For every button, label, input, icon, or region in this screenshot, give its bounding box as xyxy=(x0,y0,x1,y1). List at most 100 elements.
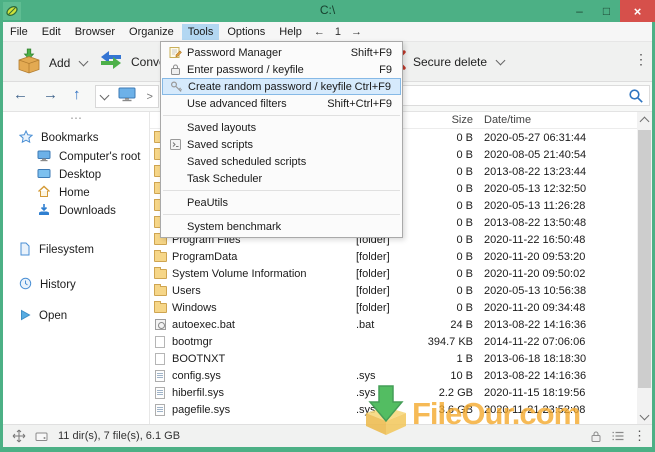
download-icon xyxy=(37,203,51,219)
file-size: 0 B xyxy=(416,234,473,246)
menu-separator xyxy=(163,190,400,191)
menu-edit[interactable]: Edit xyxy=(36,24,67,40)
up-button[interactable]: ↑ xyxy=(73,86,81,103)
vertical-scrollbar[interactable] xyxy=(637,112,652,425)
file-name: Windows xyxy=(172,302,356,314)
menu-item-shortcut: Shift+F9 xyxy=(351,47,400,59)
secure-delete-button[interactable]: Secure delete xyxy=(392,50,504,73)
convert-icon xyxy=(97,47,125,76)
back-button[interactable]: ← xyxy=(13,86,28,103)
file-row[interactable]: System Volume Information[folder]0 B2020… xyxy=(150,265,637,282)
file-datetime: 2020-08-05 21:40:54 xyxy=(484,149,637,161)
maximize-button[interactable]: □ xyxy=(593,0,620,22)
file-type: .sys xyxy=(356,387,416,399)
file-row[interactable]: Windows[folder]0 B2020-11-20 09:34:48 xyxy=(150,299,637,316)
file-row[interactable]: autoexec.bat.bat24 B2013-08-22 14:16:36 xyxy=(150,316,637,333)
file-datetime: 2013-08-22 13:23:44 xyxy=(484,166,637,178)
menu-file[interactable]: File xyxy=(4,24,34,40)
search-icon[interactable] xyxy=(628,88,644,104)
file-datetime: 2020-05-13 11:26:28 xyxy=(484,200,637,212)
scrollbar-thumb[interactable] xyxy=(638,130,651,388)
file-datetime: 2013-08-22 14:16:36 xyxy=(484,370,637,382)
minimize-button[interactable]: – xyxy=(566,0,593,22)
add-button[interactable]: Add xyxy=(15,47,87,78)
column-size[interactable]: Size xyxy=(416,114,473,126)
menu-item-saved-scripts[interactable]: Saved scripts xyxy=(161,136,402,153)
status-more-icon[interactable]: ⋮ xyxy=(633,428,646,444)
secure-delete-dropdown-icon xyxy=(496,55,506,65)
menu-item-saved-layouts[interactable]: Saved layouts xyxy=(161,119,402,136)
file-name: hiberfil.sys xyxy=(172,387,356,399)
file-name: ProgramData xyxy=(172,251,356,263)
file-row[interactable]: hiberfil.sys.sys2.2 GB2020-11-15 18:19:5… xyxy=(150,384,637,401)
menu-organize[interactable]: Organize xyxy=(123,24,180,40)
sidebar-item-open[interactable]: Open xyxy=(19,308,67,324)
menu-item-enter-password[interactable]: Enter password / keyfile F9 xyxy=(161,61,402,78)
file-row[interactable]: bootmgr394.7 KB2014-11-22 07:06:06 xyxy=(150,333,637,350)
computer-icon xyxy=(118,87,136,107)
file-row[interactable]: pagefile.sys.sys3.6 GB2020-11-21 23:52:0… xyxy=(150,401,637,418)
menu-browser[interactable]: Browser xyxy=(69,24,121,40)
menu-item-task-scheduler[interactable]: Task Scheduler xyxy=(161,170,402,187)
file-datetime: 2013-08-22 13:50:48 xyxy=(484,217,637,229)
menu-item-use-advanced-filters[interactable]: Use advanced filters Shift+Ctrl+F9 xyxy=(161,95,402,112)
menu-item-label: PeaUtils xyxy=(187,197,400,209)
sidebar-resize-handle[interactable]: ⋯ xyxy=(3,112,149,123)
column-datetime[interactable]: Date/time xyxy=(484,114,637,126)
bat-file-icon xyxy=(155,319,166,330)
close-button[interactable]: × xyxy=(620,0,655,22)
clock-icon xyxy=(19,277,32,293)
file-row[interactable]: Users[folder]0 B2020-05-13 10:56:38 xyxy=(150,282,637,299)
sys-file-icon xyxy=(155,370,165,382)
menu-item-password-manager[interactable]: Password Manager Shift+F9 xyxy=(161,44,402,61)
menu-item-label: Enter password / keyfile xyxy=(187,64,379,76)
menu-item-saved-scheduled-scripts[interactable]: Saved scheduled scripts xyxy=(161,153,402,170)
file-type: [folder] xyxy=(356,285,416,297)
sidebar-item-filesystem[interactable]: Filesystem xyxy=(19,242,94,258)
home-label: Home xyxy=(59,187,90,199)
menu-item-peautils[interactable]: PeaUtils xyxy=(161,194,402,211)
file-row[interactable]: BOOTNXT1 B2013-06-18 18:18:30 xyxy=(150,350,637,367)
secure-delete-label: Secure delete xyxy=(413,55,487,69)
details-view-icon[interactable] xyxy=(611,430,625,442)
sidebar-item-bookmarks[interactable]: Bookmarks xyxy=(19,130,99,146)
sidebar-item-home[interactable]: Home xyxy=(37,185,90,201)
menu-nav-page[interactable]: 1 xyxy=(330,24,346,40)
sidebar-item-desktop[interactable]: Desktop xyxy=(37,167,101,183)
file-name: config.sys xyxy=(172,370,356,382)
lock-icon[interactable] xyxy=(590,430,602,443)
sidebar: ⋯ Bookmarks Computer's root Desktop Home… xyxy=(3,112,150,425)
file-type: .sys xyxy=(356,404,416,416)
home-icon xyxy=(37,185,51,201)
file-row[interactable]: ProgramData[folder]0 B2020-11-20 09:53:2… xyxy=(150,248,637,265)
menu-help[interactable]: Help xyxy=(273,24,308,40)
status-bar: 11 dir(s), 7 file(s), 6.1 GB ⋮ xyxy=(3,424,652,447)
file-size: 0 B xyxy=(416,251,473,263)
sidebar-item-history[interactable]: History xyxy=(19,277,76,293)
sidebar-item-downloads[interactable]: Downloads xyxy=(37,203,116,219)
menu-nav-forward-icon[interactable]: → xyxy=(346,24,367,40)
file-row[interactable]: config.sys.sys10 B2013-08-22 14:16:36 xyxy=(150,367,637,384)
menu-item-label: Create random password / keyfile xyxy=(188,81,355,93)
menu-item-shortcut: F9 xyxy=(379,64,400,76)
forward-button[interactable]: → xyxy=(43,86,58,103)
file-type: .sys xyxy=(356,370,416,382)
menu-nav-back-icon[interactable]: ← xyxy=(309,24,330,40)
scroll-up-icon[interactable] xyxy=(640,117,650,127)
address-root-selector[interactable]: > xyxy=(95,85,159,108)
menu-item-create-random-password[interactable]: Create random password / keyfile Ctrl+F9 xyxy=(162,78,401,95)
toolbar-more-icon[interactable]: ⋮ xyxy=(634,51,648,68)
sidebar-item-computers-root[interactable]: Computer's root xyxy=(37,149,140,165)
status-summary: 11 dir(s), 7 file(s), 6.1 GB xyxy=(58,430,180,442)
file-datetime: 2013-08-22 14:16:36 xyxy=(484,319,637,331)
menu-item-shortcut: Ctrl+F9 xyxy=(355,81,399,93)
file-size: 0 B xyxy=(416,183,473,195)
menu-item-system-benchmark[interactable]: System benchmark xyxy=(161,218,402,235)
file-name: System Volume Information xyxy=(172,268,356,280)
menu-options[interactable]: Options xyxy=(221,24,271,40)
menu-tools[interactable]: Tools xyxy=(182,24,220,40)
move-icon[interactable] xyxy=(12,429,26,443)
file-icon xyxy=(155,336,165,348)
menu-item-label: System benchmark xyxy=(187,221,400,233)
scroll-down-icon[interactable] xyxy=(640,411,650,421)
